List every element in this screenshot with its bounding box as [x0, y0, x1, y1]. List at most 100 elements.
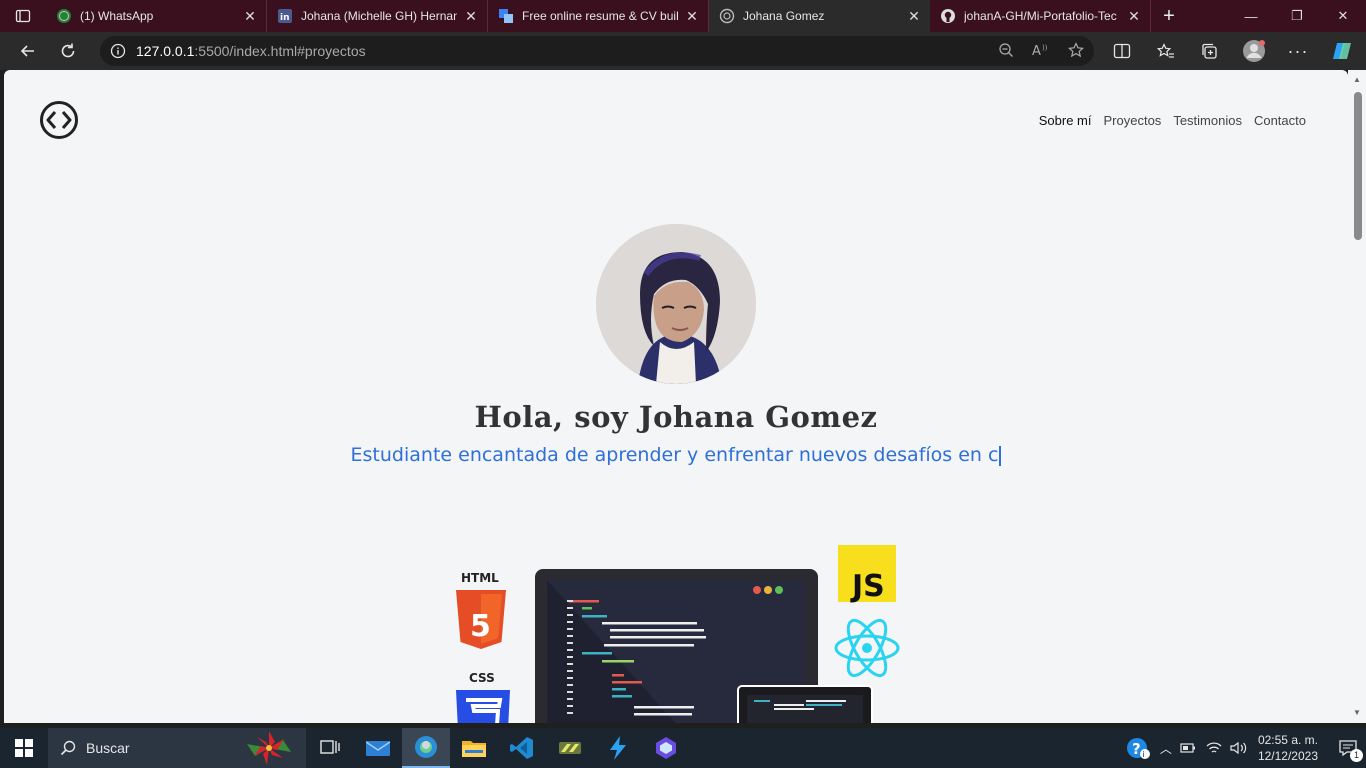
copilot-button[interactable] [1320, 35, 1364, 67]
vscode-icon [510, 737, 533, 759]
main-nav: Sobre mí Proyectos Testimonios Contacto [1039, 113, 1306, 128]
small-monitor [737, 685, 873, 723]
taskbar-search[interactable]: Buscar [48, 728, 306, 768]
browser-tab-strip: (1) WhatsApp ✕ in Johana (Michelle GH) H… [0, 0, 1366, 32]
resume-builder-icon [498, 8, 514, 24]
system-clock[interactable]: 02:55 a. m. 12/12/2023 [1258, 732, 1318, 764]
volume-icon[interactable] [1230, 741, 1248, 755]
tab-actions-icon [15, 9, 31, 23]
svg-text:?: ? [1132, 740, 1141, 758]
wifi-icon[interactable] [1206, 741, 1222, 755]
github-icon [940, 8, 956, 24]
svg-text:in: in [280, 13, 290, 23]
media-app[interactable] [546, 728, 594, 768]
info-icon[interactable] [100, 43, 136, 59]
refresh-button[interactable] [48, 35, 88, 67]
close-icon[interactable]: ✕ [1126, 8, 1142, 25]
nav-link-sobre-mi[interactable]: Sobre mí [1039, 113, 1092, 128]
close-window-button[interactable]: ✕ [1320, 0, 1366, 32]
copilot-app[interactable] [642, 728, 690, 768]
windows-taskbar: Buscar ? i ︿ 02:55 a. m. 12/12/2023 1 [0, 728, 1366, 768]
code-logo-icon [40, 101, 78, 139]
azure-data-studio-app[interactable] [594, 728, 642, 768]
scrollbar-thumb[interactable] [1354, 92, 1362, 240]
new-tab-button[interactable]: + [1151, 0, 1187, 32]
close-icon[interactable]: ✕ [906, 8, 922, 25]
nav-link-contacto[interactable]: Contacto [1254, 113, 1306, 128]
tab-title: johanA-GH/Mi-Portafolio-Tec [964, 9, 1117, 23]
edge-app[interactable] [402, 728, 450, 768]
tab-title: (1) WhatsApp [80, 9, 154, 23]
scroll-down-arrow[interactable]: ▼ [1352, 709, 1362, 717]
minimize-button[interactable]: — [1228, 0, 1274, 32]
poinsettia-icon [247, 731, 291, 765]
mail-app[interactable] [354, 728, 402, 768]
tab-github[interactable]: johanA-GH/Mi-Portafolio-Tec ✕ [930, 0, 1151, 32]
tab-whatsapp[interactable]: (1) WhatsApp ✕ [46, 0, 267, 32]
chevron-up-icon[interactable]: ︿ [1160, 740, 1172, 757]
webpage-viewport: Sobre mí Proyectos Testimonios Contacto … [4, 70, 1348, 723]
javascript-badge: JS [838, 545, 896, 604]
copilot-icon [1333, 43, 1351, 59]
favorites-button[interactable] [1144, 35, 1188, 67]
tab-title: Free online resume & CV builder [522, 9, 678, 23]
split-screen-button[interactable] [1100, 35, 1144, 67]
vscode-app[interactable] [498, 728, 546, 768]
task-view-button[interactable] [306, 728, 354, 768]
media-player-icon [559, 742, 581, 754]
whatsapp-icon [56, 8, 72, 24]
tab-actions-button[interactable] [0, 0, 46, 32]
close-icon[interactable]: ✕ [463, 8, 479, 25]
svg-text:)): )) [1042, 44, 1048, 52]
close-icon[interactable]: ✕ [684, 8, 700, 25]
windows-logo-icon [15, 739, 33, 757]
system-tray: ? i ︿ 02:55 a. m. 12/12/2023 1 [1126, 728, 1366, 768]
svg-text:5: 5 [470, 609, 491, 644]
browser-toolbar: 127.0.0.1:5500/index.html#proyectos A)) … [0, 32, 1366, 70]
read-aloud-icon[interactable]: A)) [1032, 42, 1050, 61]
svg-text:A: A [1032, 44, 1041, 58]
file-explorer-app[interactable] [450, 728, 498, 768]
favorite-star-icon[interactable] [1068, 41, 1084, 61]
tab-johana-gomez[interactable]: Johana Gomez ✕ [709, 0, 930, 32]
linkedin-icon: in [277, 8, 293, 24]
favorites-icon [1157, 43, 1174, 58]
site-logo[interactable] [39, 100, 79, 145]
window-controls: — ❐ ✕ [1228, 0, 1366, 32]
address-bar[interactable]: 127.0.0.1:5500/index.html#proyectos A)) [100, 36, 1094, 66]
nav-link-proyectos[interactable]: Proyectos [1104, 113, 1162, 128]
restore-button[interactable]: ❐ [1274, 0, 1320, 32]
scroll-up-arrow[interactable]: ▲ [1352, 76, 1362, 84]
split-screen-icon [1113, 43, 1131, 59]
nav-link-testimonios[interactable]: Testimonios [1173, 113, 1242, 128]
tech-illustration: HTML 5 CSS JS [444, 540, 914, 723]
battery-icon[interactable] [1180, 742, 1196, 754]
search-placeholder: Buscar [86, 740, 130, 756]
notifications-button[interactable]: 1 [1330, 728, 1366, 768]
collections-icon [1202, 43, 1217, 59]
css-label: CSS [469, 671, 495, 685]
search-icon [60, 740, 76, 756]
tab-title: Johana Gomez [743, 9, 825, 23]
hero-subtitle: Estudiante encantada de aprender y enfre… [4, 444, 1348, 466]
profile-button[interactable] [1232, 35, 1276, 67]
tab-linkedin[interactable]: in Johana (Michelle GH) Hernandez ✕ [267, 0, 488, 32]
settings-more-button[interactable]: ··· [1276, 35, 1320, 67]
help-icon[interactable]: ? i [1126, 736, 1150, 760]
typing-text: Estudiante encantada de aprender y enfre… [350, 444, 999, 466]
svg-text:i: i [1142, 750, 1144, 759]
folder-icon [462, 741, 486, 757]
tab-resume-builder[interactable]: Free online resume & CV builder ✕ [488, 0, 709, 32]
page-scrollbar[interactable]: ▲ ▼ [1348, 70, 1366, 723]
task-view-icon [320, 740, 340, 754]
collections-button[interactable] [1188, 35, 1232, 67]
back-button[interactable] [8, 35, 48, 67]
url-path: :5500/index.html#proyectos [194, 43, 366, 59]
clock-time: 02:55 a. m. [1257, 733, 1318, 747]
zoom-icon[interactable] [998, 42, 1014, 61]
mail-icon [366, 741, 390, 756]
start-button[interactable] [0, 728, 48, 768]
avatar-icon [1243, 40, 1265, 62]
typing-cursor [999, 445, 1002, 466]
close-icon[interactable]: ✕ [242, 8, 258, 25]
